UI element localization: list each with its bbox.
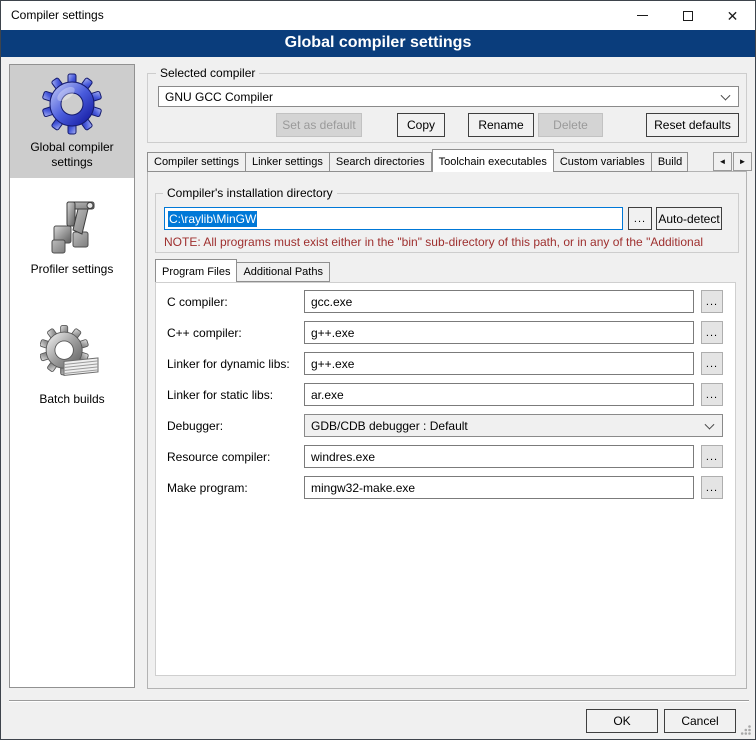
chevron-down-icon — [705, 419, 715, 429]
selected-compiler-group-label: Selected compiler — [156, 67, 259, 80]
settings-tab-strip: Compiler settings Linker settings Search… — [147, 149, 713, 172]
rename-button[interactable]: Rename — [468, 113, 534, 137]
title-bar[interactable]: Compiler settings ✕ — [1, 1, 755, 30]
delete-button: Delete — [538, 113, 603, 137]
scroll-right-icon: ► — [739, 157, 747, 166]
close-button[interactable]: ✕ — [710, 1, 755, 30]
installation-directory-browse-button[interactable]: ... — [628, 207, 652, 230]
maximize-icon — [683, 11, 693, 21]
cpp-compiler-input[interactable] — [304, 321, 694, 344]
window-controls: ✕ — [620, 1, 755, 30]
page-title: Global compiler settings — [1, 30, 755, 57]
c-compiler-label: C compiler: — [167, 295, 304, 309]
tab-build-options[interactable]: Build — [652, 152, 688, 172]
sidebar-item-profiler-settings[interactable]: Profiler settings — [10, 178, 134, 302]
c-compiler-input[interactable] — [304, 290, 694, 313]
form-row-c-compiler: C compiler: ... — [167, 290, 723, 313]
note-text: NOTE: All programs must exist either in … — [164, 235, 738, 249]
settings-category-list: Global compiler settings — [9, 64, 135, 688]
ok-button[interactable]: OK — [586, 709, 658, 733]
make-program-input[interactable] — [304, 476, 694, 499]
installation-directory-selected-text: C:\raylib\MinGW — [168, 211, 257, 227]
sidebar-item-label: Global compiler settings — [17, 140, 127, 170]
copy-button[interactable]: Copy — [397, 113, 445, 137]
tab-linker-settings[interactable]: Linker settings — [246, 152, 330, 172]
tab-search-directories[interactable]: Search directories — [330, 152, 432, 172]
window-title: Compiler settings — [11, 1, 104, 30]
static-linker-browse-button[interactable]: ... — [701, 383, 723, 406]
sidebar-item-label: Profiler settings — [17, 262, 127, 277]
tab-scroll-left-button[interactable]: ◄ — [713, 152, 732, 171]
sidebar-item-batch-builds[interactable]: Batch builds — [10, 302, 134, 432]
program-files-tab-strip: Program Files Additional Paths — [155, 259, 455, 282]
tab-toolchain-executables[interactable]: Toolchain executables — [432, 149, 554, 172]
footer-separator — [9, 700, 749, 702]
form-row-static-linker: Linker for static libs: ... — [167, 383, 723, 406]
compiler-settings-dialog: Compiler settings ✕ Global compiler sett… — [0, 0, 756, 740]
form-row-resource-compiler: Resource compiler: ... — [167, 445, 723, 468]
debugger-label: Debugger: — [167, 419, 304, 433]
resource-compiler-browse-button[interactable]: ... — [701, 445, 723, 468]
static-linker-label: Linker for static libs: — [167, 388, 304, 402]
dynamic-linker-browse-button[interactable]: ... — [701, 352, 723, 375]
gray-gear-stack-icon — [40, 324, 104, 388]
form-row-dynamic-linker: Linker for dynamic libs: ... — [167, 352, 723, 375]
debugger-value: GDB/CDB debugger : Default — [311, 419, 468, 433]
c-compiler-browse-button[interactable]: ... — [701, 290, 723, 313]
tab-custom-variables[interactable]: Custom variables — [554, 152, 652, 172]
chevron-down-icon — [721, 90, 731, 100]
make-program-label: Make program: — [167, 481, 304, 495]
debugger-dropdown[interactable]: GDB/CDB debugger : Default — [304, 414, 723, 437]
compiler-select-dropdown[interactable]: GNU GCC Compiler — [158, 86, 739, 107]
form-row-make-program: Make program: ... — [167, 476, 723, 499]
installation-directory-input[interactable]: C:\raylib\MinGW — [164, 207, 623, 230]
cancel-button[interactable]: Cancel — [664, 709, 736, 733]
make-program-browse-button[interactable]: ... — [701, 476, 723, 499]
maximize-button[interactable] — [665, 1, 710, 30]
tab-program-files[interactable]: Program Files — [155, 259, 237, 282]
installation-directory-group-label: Compiler's installation directory — [163, 187, 337, 200]
minimize-icon — [637, 15, 648, 16]
tab-scroll-right-button[interactable]: ► — [733, 152, 752, 171]
cpp-compiler-label: C++ compiler: — [167, 326, 304, 340]
static-linker-input[interactable] — [304, 383, 694, 406]
form-row-cpp-compiler: C++ compiler: ... — [167, 321, 723, 344]
set-as-default-button: Set as default — [276, 113, 362, 137]
compiler-select-value: GNU GCC Compiler — [165, 90, 273, 104]
dynamic-linker-input[interactable] — [304, 352, 694, 375]
resize-grip[interactable] — [740, 724, 752, 736]
scroll-left-icon: ◄ — [719, 157, 727, 166]
resource-compiler-input[interactable] — [304, 445, 694, 468]
caliper-tool-icon — [40, 194, 104, 258]
dynamic-linker-label: Linker for dynamic libs: — [167, 357, 304, 371]
reset-defaults-button[interactable]: Reset defaults — [646, 113, 739, 137]
auto-detect-button[interactable]: Auto-detect — [656, 207, 722, 230]
tab-additional-paths[interactable]: Additional Paths — [237, 262, 330, 282]
resource-compiler-label: Resource compiler: — [167, 450, 304, 464]
form-row-debugger: Debugger: GDB/CDB debugger : Default — [167, 414, 723, 437]
sidebar-item-label: Batch builds — [17, 392, 127, 407]
tab-compiler-settings[interactable]: Compiler settings — [147, 152, 246, 172]
minimize-button[interactable] — [620, 1, 665, 30]
cpp-compiler-browse-button[interactable]: ... — [701, 321, 723, 344]
blue-gear-icon — [40, 72, 104, 136]
close-icon: ✕ — [727, 9, 739, 23]
sidebar-item-global-compiler-settings[interactable]: Global compiler settings — [10, 65, 134, 178]
